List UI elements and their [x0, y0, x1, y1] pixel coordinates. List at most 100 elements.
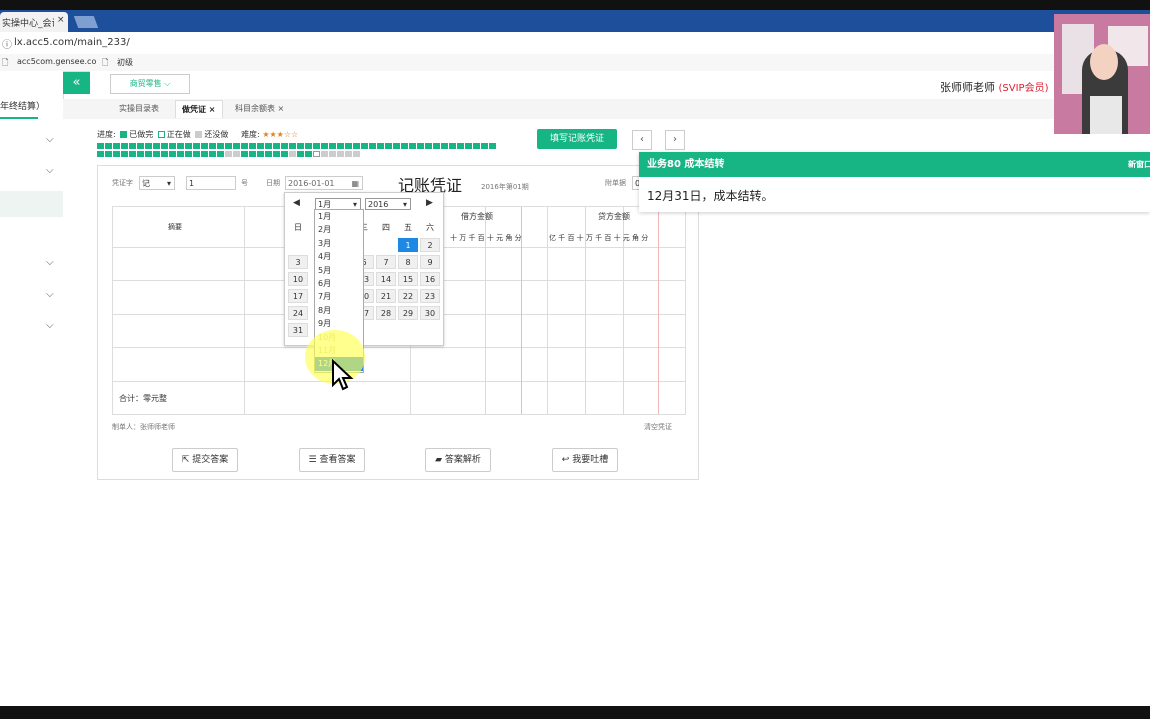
month-option[interactable]: 9月 [315, 317, 363, 330]
progress-cell[interactable] [153, 143, 160, 149]
progress-cell[interactable] [225, 151, 232, 157]
progress-cell[interactable] [473, 143, 480, 149]
close-icon[interactable]: × [57, 15, 65, 25]
progress-cell[interactable] [241, 151, 248, 157]
tab-make-voucher[interactable]: 做凭证 × [175, 100, 223, 118]
voucher-number-input[interactable]: 1 [186, 176, 236, 190]
date-input[interactable]: 2016-01-01 ▦ [285, 176, 363, 190]
month-option[interactable]: 4月 [315, 250, 363, 263]
prev-button[interactable]: ‹ [632, 130, 652, 150]
progress-cell[interactable] [137, 143, 144, 149]
next-month-icon[interactable]: ▶ [426, 198, 433, 208]
progress-cell[interactable] [385, 143, 392, 149]
progress-cell[interactable] [113, 151, 120, 157]
calendar-day[interactable]: 2 [420, 238, 440, 252]
progress-cell[interactable] [313, 151, 320, 157]
progress-cell[interactable] [257, 151, 264, 157]
progress-cell[interactable] [153, 151, 160, 157]
info-icon[interactable]: ⓘ [2, 36, 12, 51]
month-option[interactable]: 7月 [315, 290, 363, 303]
progress-cell[interactable] [273, 143, 280, 149]
calendar-day[interactable]: 21 [376, 289, 396, 303]
progress-cell[interactable] [217, 143, 224, 149]
progress-cell[interactable] [345, 151, 352, 157]
calendar-day[interactable]: 1 [398, 238, 418, 252]
progress-cell[interactable] [201, 143, 208, 149]
progress-cell[interactable] [161, 143, 168, 149]
progress-cell[interactable] [105, 143, 112, 149]
progress-cell[interactable] [209, 143, 216, 149]
calendar-day[interactable]: 28 [376, 306, 396, 320]
calendar-day[interactable]: 9 [420, 255, 440, 269]
progress-cell[interactable] [465, 143, 472, 149]
progress-cell[interactable] [129, 151, 136, 157]
progress-cell[interactable] [225, 143, 232, 149]
progress-cell[interactable] [185, 143, 192, 149]
submit-answer-button[interactable]: ⇱ 提交答案 [172, 448, 238, 472]
progress-cell[interactable] [417, 143, 424, 149]
progress-cell[interactable] [97, 143, 104, 149]
sidebar-collapse-button[interactable]: « [63, 72, 90, 94]
progress-cell[interactable] [121, 151, 128, 157]
progress-cell[interactable] [265, 151, 272, 157]
progress-cell[interactable] [329, 151, 336, 157]
calendar-day[interactable]: 15 [398, 272, 418, 286]
progress-cell[interactable] [353, 143, 360, 149]
calendar-day[interactable]: 29 [398, 306, 418, 320]
progress-cell[interactable] [233, 143, 240, 149]
progress-cell[interactable] [337, 151, 344, 157]
chevron-down-icon[interactable]: ⌵ [46, 289, 54, 300]
progress-cell[interactable] [321, 143, 328, 149]
progress-cell[interactable] [209, 151, 216, 157]
progress-cell[interactable] [249, 143, 256, 149]
year-select[interactable]: 2016 ▾ [365, 198, 411, 210]
user-info[interactable]: 张师师老师 (SVIP会员) [940, 79, 1048, 95]
progress-cell[interactable] [193, 151, 200, 157]
answer-analysis-button[interactable]: ▰ 答案解析 [425, 448, 491, 472]
progress-cell[interactable] [145, 143, 152, 149]
prev-month-icon[interactable]: ◀ [293, 198, 300, 208]
progress-cell[interactable] [169, 151, 176, 157]
voucher-word-select[interactable]: 记 ▾ [139, 176, 175, 190]
progress-cell[interactable] [313, 143, 320, 149]
next-button[interactable]: › [665, 130, 685, 150]
progress-cell[interactable] [345, 143, 352, 149]
progress-cell[interactable] [265, 143, 272, 149]
progress-cell[interactable] [169, 143, 176, 149]
tab-balance[interactable]: 科目余额表 × [235, 103, 284, 114]
progress-cell[interactable] [97, 151, 104, 157]
progress-cell[interactable] [305, 143, 312, 149]
progress-cell[interactable] [433, 143, 440, 149]
address-bar[interactable]: ⓘ lx.acc5.com/main_233/ [0, 32, 1150, 55]
progress-cell[interactable] [201, 151, 208, 157]
progress-cell[interactable] [233, 151, 240, 157]
chevron-down-icon[interactable]: ⌵ [46, 165, 54, 176]
chevron-down-icon[interactable]: ⌵ [46, 134, 54, 145]
calendar-day[interactable]: 31 [288, 323, 308, 337]
progress-cell[interactable] [369, 143, 376, 149]
calendar-day[interactable]: 17 [288, 289, 308, 303]
progress-cell[interactable] [185, 151, 192, 157]
calendar-day[interactable]: 10 [288, 272, 308, 286]
progress-cell[interactable] [289, 143, 296, 149]
progress-cell[interactable] [105, 151, 112, 157]
progress-cell[interactable] [145, 151, 152, 157]
calendar-day[interactable]: 16 [420, 272, 440, 286]
progress-cell[interactable] [241, 143, 248, 149]
progress-cell[interactable] [257, 143, 264, 149]
progress-grid-row-2[interactable] [97, 151, 360, 157]
calendar-day[interactable]: 22 [398, 289, 418, 303]
progress-cell[interactable] [177, 143, 184, 149]
progress-cell[interactable] [249, 151, 256, 157]
progress-cell[interactable] [273, 151, 280, 157]
progress-cell[interactable] [401, 143, 408, 149]
calendar-day[interactable]: 14 [376, 272, 396, 286]
bookmark-gensee[interactable]: acc5com.gensee.co [17, 57, 96, 66]
progress-grid-row-1[interactable] [97, 143, 496, 149]
progress-cell[interactable] [113, 143, 120, 149]
browser-tab[interactable]: 实操中心_会计实 × [0, 12, 68, 32]
progress-cell[interactable] [217, 151, 224, 157]
progress-cell[interactable] [129, 143, 136, 149]
month-option[interactable]: 1月 [315, 210, 363, 223]
sidebar-item-active[interactable] [0, 191, 63, 217]
